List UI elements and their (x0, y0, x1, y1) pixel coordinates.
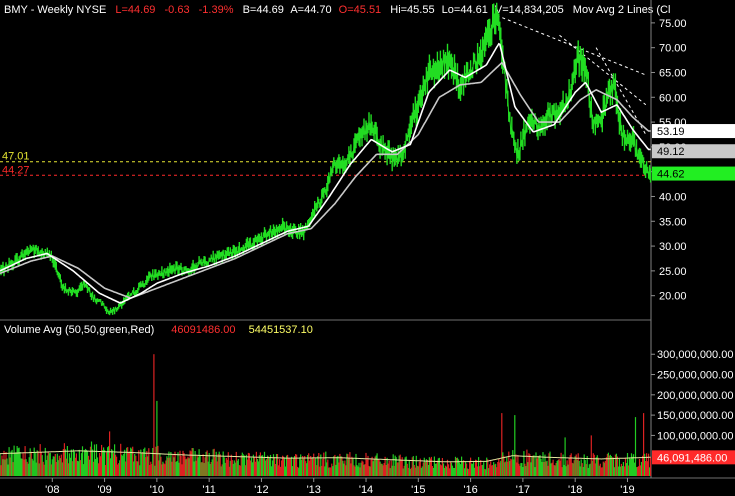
time-tick-label-10: '18 (568, 484, 582, 496)
change-percent: -1.39% (199, 4, 234, 16)
volume-bar (79, 460, 81, 476)
volume-bar (423, 457, 425, 476)
volume-tick-label-4: 100,000,000.00 (657, 430, 733, 442)
volume-bar (604, 461, 606, 476)
open-price: O=45.51 (339, 4, 382, 16)
last-price: L=44.69 (115, 4, 155, 16)
volume-bar (260, 455, 262, 476)
volume-bar (622, 462, 624, 476)
time-tick-label-5: '13 (307, 484, 321, 496)
volume-bar (153, 354, 155, 476)
level-label-0: 47.01 (2, 151, 30, 163)
price-tick-label-8: 35.00 (659, 216, 687, 228)
volume-bar (7, 464, 9, 476)
price-tick-label-10: 25.00 (659, 266, 687, 278)
volume-bar (405, 456, 407, 476)
change-value: -0.63 (165, 4, 190, 16)
volume-tick-label-3: 150,000,000.00 (657, 410, 733, 422)
price-tag-label-2: 44.62 (657, 169, 685, 181)
price-tick-label-1: 70.00 (659, 43, 687, 55)
price-tick-label-9: 30.00 (659, 241, 687, 253)
volume-bar (43, 464, 45, 476)
level-label-1: 44.27 (2, 164, 30, 176)
price-tick-label-2: 65.00 (659, 67, 687, 79)
time-tick-label-1: '09 (97, 484, 111, 496)
price-tag-label-1: 49.12 (657, 146, 685, 158)
volume-value: V=14,834,205 (495, 4, 564, 16)
time-tick-label-2: '10 (150, 484, 164, 496)
volume-bar (278, 459, 281, 476)
price-tag-label-0: 53.19 (657, 126, 685, 138)
volume-bar (315, 458, 317, 476)
bid-price: B=44.69 (243, 4, 284, 16)
time-tick-label-0: '08 (45, 484, 59, 496)
time-tick-label-11: '19 (620, 484, 634, 496)
volume-bar (333, 456, 335, 476)
time-tick-label-4: '12 (254, 484, 268, 496)
high-price: Hi=45.55 (390, 4, 434, 16)
stock-chart: BMY - Weekly NYSE L=44.69 -0.63 -1.39% B… (0, 0, 735, 496)
ask-price: A=44.70 (290, 4, 331, 16)
time-tick-label-6: '14 (359, 484, 373, 496)
volume-bar (568, 458, 570, 476)
time-tick-label-9: '17 (516, 484, 530, 496)
volume-bar (224, 462, 226, 476)
chart-background (0, 0, 735, 496)
volume-avg-1: 46091486.00 (171, 324, 235, 336)
volume-average-tag-label: 46,091,486.00 (657, 452, 727, 464)
price-tick-label-0: 75.00 (659, 18, 687, 30)
volume-bar (650, 457, 652, 476)
volume-tick-label-0: 300,000,000.00 (657, 349, 733, 361)
price-tick-label-7: 40.00 (659, 191, 687, 203)
volume-bar (61, 462, 63, 476)
volume-bar (152, 448, 154, 476)
volume-bar (387, 463, 389, 476)
volume-bar (351, 456, 353, 476)
volume-bar (640, 461, 643, 476)
volume-bar (514, 415, 516, 476)
volume-bar (441, 458, 443, 476)
volume-bar (188, 458, 190, 476)
ticker-label: BMY - Weekly NYSE (4, 4, 106, 16)
volume-bar (478, 457, 480, 476)
time-tick-label-8: '16 (463, 484, 477, 496)
time-tick-label-3: '11 (202, 484, 216, 496)
low-price: Lo=44.61 (442, 4, 488, 16)
volume-bar (206, 450, 208, 476)
volume-bar (25, 459, 27, 476)
volume-bar (116, 456, 118, 476)
volume-bar (459, 464, 462, 476)
volume-bar (369, 466, 371, 476)
price-tick-label-11: 20.00 (659, 291, 687, 303)
volume-bar (97, 463, 100, 476)
volume-tick-label-2: 200,000,000.00 (657, 390, 733, 402)
price-tick-label-3: 60.00 (659, 92, 687, 104)
volume-bar (532, 455, 534, 476)
volume-avg-label: Volume Avg (50,50,green,Red) (4, 324, 154, 336)
volume-bar (297, 466, 299, 476)
volume-avg-2: 54451537.10 (249, 324, 313, 336)
volume-bar (134, 454, 136, 476)
moving-average-label: Mov Avg 2 Lines (Cl (573, 4, 671, 16)
volume-bar (496, 467, 498, 476)
volume-bar (242, 454, 244, 476)
volume-bar (550, 463, 552, 476)
volume-tick-label-1: 250,000,000.00 (657, 370, 733, 382)
volume-bar (170, 452, 172, 476)
time-tick-label-7: '15 (411, 484, 425, 496)
